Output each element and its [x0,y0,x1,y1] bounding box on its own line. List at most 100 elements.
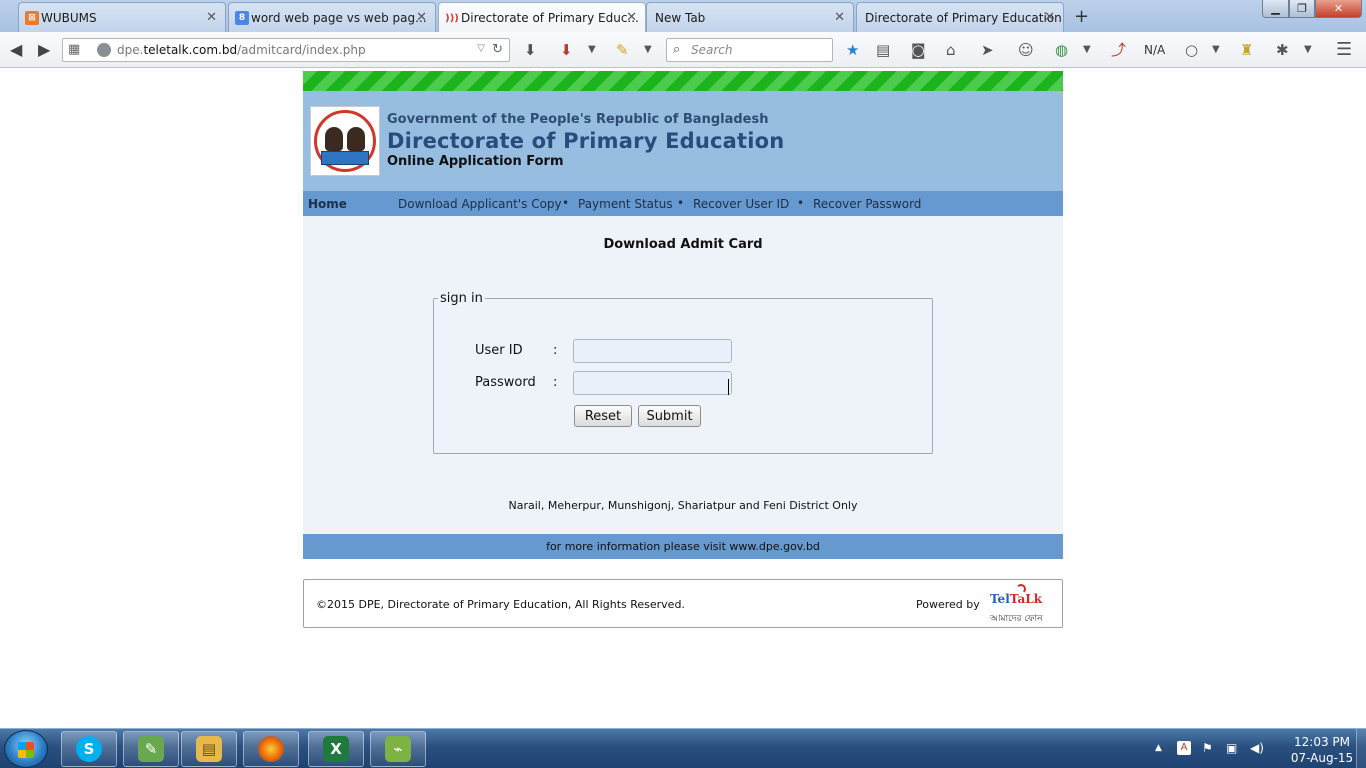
chat-bubble-icon[interactable]: ☺ [1018,41,1034,59]
search-icon: ⌕ [673,42,681,57]
start-button[interactable] [4,730,48,768]
bug-addon-icon[interactable]: ✱ [1276,41,1289,59]
nav-recover-password-link[interactable]: Recover Password [813,197,921,211]
action-center-flag-icon[interactable]: ⚑ [1202,741,1213,755]
nav-download-applicant-copy-link[interactable]: Download Applicant's Copy [398,197,562,211]
chevron-down-icon[interactable]: ▼ [588,41,596,59]
nav-separator: • [562,196,570,210]
url-prefix: dpe. [117,43,144,57]
chevron-down-icon[interactable]: ▼ [1304,41,1312,59]
close-tab-icon[interactable]: ✕ [416,10,427,25]
minimize-window-icon[interactable]: ▁ [1262,0,1289,18]
clock-time: 12:03 PM [1294,735,1350,749]
trophy-addon-icon[interactable]: ♜ [1240,41,1253,59]
windows-taskbar: S ✎ ▤ ● X ⌁ ▲ A ⚑ ▣ ◀) 12:03 PM 07-Aug-1… [0,728,1366,768]
user-id-input[interactable] [573,339,732,363]
url-host: teletalk.com.bd [143,43,238,57]
acrobat-tray-icon[interactable]: A [1177,741,1191,755]
chevron-down-icon[interactable]: ▼ [1083,41,1091,59]
submit-button[interactable]: Submit [638,405,701,427]
teletalk-logo-talk: TaLk [1009,592,1043,606]
taskbar-pen-tool-button[interactable]: ✎ [123,731,179,767]
teletalk-logo[interactable]: TelTaLk আমাদের ফোন [990,584,1056,624]
districts-note: Narail, Meherpur, Munshigonj, Shariatpur… [508,499,858,512]
volume-icon[interactable]: ◀) [1250,741,1264,755]
new-tab-plus-icon[interactable]: + [1074,6,1089,27]
address-bar[interactable]: ▦ dpe. teletalk.com.bd/admitcard/index.ph… [62,38,510,62]
close-tab-icon[interactable]: ✕ [626,10,637,25]
chart-trend-icon[interactable]: ⤴ [1111,41,1126,59]
network-icon[interactable]: ▣ [1226,741,1237,755]
hamburger-menu-icon[interactable]: ☰ [1336,41,1352,59]
wubums-favicon-icon: ⊠ [25,11,39,25]
colorful-globe-icon[interactable]: ◍ [1055,41,1068,59]
browser-tab-word-web-page[interactable]: 8 word web page vs web pag... ✕ [228,2,436,32]
green-stripe-banner [303,71,1063,91]
close-window-icon[interactable]: ✕ [1315,0,1362,18]
browser-tab-dpe-2[interactable]: Directorate of Primary Education ✕ [856,2,1064,32]
taskbar-file-explorer-button[interactable]: ▤ [181,731,237,767]
skype-icon: S [76,736,102,762]
nav-separator: • [677,196,685,210]
close-tab-icon[interactable]: ✕ [834,10,845,25]
send-arrow-icon[interactable]: ➤ [981,41,994,59]
folder-icon: ▤ [196,736,222,762]
org-title: Directorate of Primary Education [387,129,785,153]
tab-title: word web page vs web pag... [251,10,427,25]
tab-title: Directorate of Primary Education [865,10,1062,25]
close-tab-icon[interactable]: ✕ [1044,10,1055,25]
rank-value-label: N/A [1144,43,1166,57]
taskbar-skype-button[interactable]: S [61,731,117,767]
tab-title: Directorate of Primary Educ... [461,10,639,25]
download-arrow-icon[interactable]: ⬇ [524,41,537,59]
teletalk-logo-tel: Tel [990,592,1010,606]
content-title: Download Admit Card [603,237,763,252]
password-colon: : [553,375,558,390]
browser-tab-dpe-active[interactable]: ))) Directorate of Primary Educ... ✕ [438,2,646,32]
ring-addon-icon[interactable]: ○ [1185,41,1198,59]
footer-gap [303,559,1063,579]
tab-title: WUBUMS [41,10,97,25]
history-icon[interactable]: ▦ [68,42,80,57]
nav-home-link[interactable]: Home [308,197,347,211]
pocket-icon[interactable]: ◙ [911,41,926,59]
reset-button[interactable]: Reset [574,405,632,427]
navigation-toolbar: ◀ ▶ ▦ dpe. teletalk.com.bd/admitcard/inde… [0,32,1366,68]
nav-separator: • [797,196,805,210]
text-cursor [728,379,729,395]
pencil-addon-icon[interactable]: ✎ [616,41,629,59]
back-arrow-icon[interactable]: ◀ [10,40,22,59]
taskbar-excel-button[interactable]: X [308,731,364,767]
google-favicon-icon: 8 [235,11,249,25]
search-input[interactable]: ⌕ Search [666,38,833,62]
maximize-window-icon[interactable]: ❐ [1289,0,1315,18]
nav-recover-user-id-link[interactable]: Recover User ID [693,197,789,211]
form-subtitle: Online Application Form [387,154,564,169]
show-desktop-button[interactable] [1356,729,1366,768]
browser-tab-new-tab[interactable]: New Tab ✕ [646,2,854,32]
tab-title: New Tab [655,10,706,25]
reload-icon[interactable]: ↻ [492,42,503,57]
blocked-download-icon[interactable]: ⬇ [560,41,573,59]
chevron-down-icon[interactable]: ▼ [644,41,652,59]
url-path: /admitcard/index.php [237,43,366,57]
password-input[interactable] [573,371,732,395]
bookmark-star-icon[interactable]: ★ [846,41,859,59]
url-history-dropdown-icon[interactable]: ▽ [477,43,485,54]
home-icon[interactable]: ⌂ [946,41,956,59]
browser-tab-wubums[interactable]: ⊠ WUBUMS ✕ [18,2,226,32]
close-tab-icon[interactable]: ✕ [206,10,217,25]
nav-payment-status-link[interactable]: Payment Status [578,197,673,211]
government-line: Government of the People's Republic of B… [387,112,769,127]
dpe-page: Government of the People's Republic of B… [303,71,1063,628]
taskbar-firefox-button[interactable]: ● [243,731,299,767]
forward-arrow-icon[interactable]: ▶ [38,40,50,59]
clock-date: 07-Aug-15 [1290,751,1354,765]
chevron-down-icon[interactable]: ▼ [1212,41,1220,59]
show-hidden-icons-arrow-icon[interactable]: ▲ [1155,743,1162,753]
bookmarks-list-icon[interactable]: ▤ [876,41,890,59]
site-identity-globe-icon[interactable] [97,43,111,57]
taskbar-clock[interactable]: 12:03 PM 07-Aug-15 [1290,734,1354,766]
taskbar-graph-app-button[interactable]: ⌁ [370,731,426,767]
browser-tab-strip: ⊠ WUBUMS ✕ 8 word web page vs web pag...… [0,0,1366,32]
